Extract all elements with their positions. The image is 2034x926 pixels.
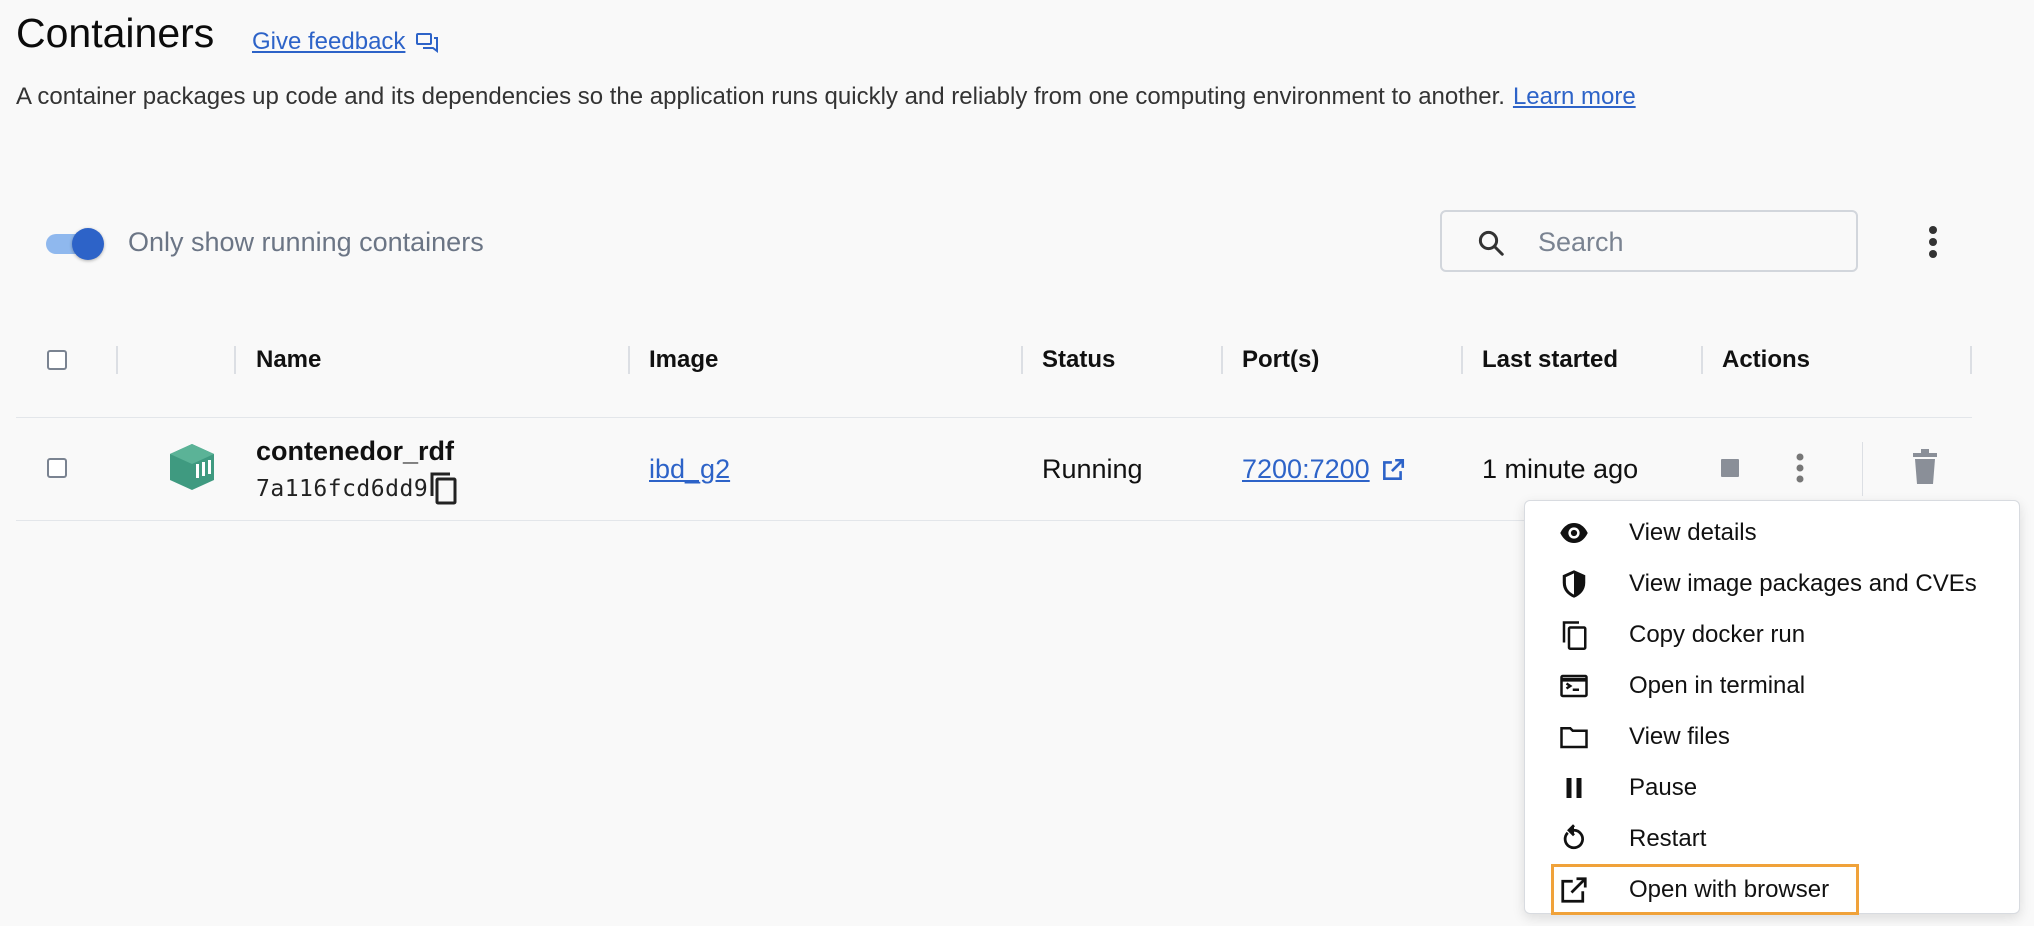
ports-label: 7200:7200 xyxy=(1242,454,1370,484)
context-menu: View details View image packages and CVE… xyxy=(1524,500,2021,915)
terminal-icon xyxy=(1560,674,1588,698)
menu-item-copy-docker-run[interactable]: Copy docker run xyxy=(1525,609,2021,660)
status-text: Running xyxy=(1042,454,1143,484)
menu-item-pause[interactable]: Pause xyxy=(1525,762,2021,813)
menu-item-label: Copy docker run xyxy=(1629,621,1806,648)
container-name[interactable]: contenedor_rdf xyxy=(256,436,454,467)
last-started-text: 1 minute ago xyxy=(1482,454,1639,484)
table-header: Name Image Status Port(s) Last started A… xyxy=(0,330,1972,390)
copy-icon xyxy=(1562,621,1587,650)
menu-item-label: Pause xyxy=(1629,774,1698,801)
more-options-icon[interactable] xyxy=(1918,222,1948,262)
pause-icon xyxy=(1566,778,1582,798)
stop-icon[interactable] xyxy=(1716,454,1744,482)
container-id: 7a116fcd6dd9 xyxy=(256,476,429,502)
feedback-icon xyxy=(416,33,439,53)
give-feedback-link[interactable]: Give feedback xyxy=(252,28,439,56)
folder-icon xyxy=(1560,727,1588,749)
column-divider[interactable] xyxy=(234,346,236,374)
menu-item-label: View image packages and CVEs xyxy=(1629,570,1977,597)
menu-item-label: View details xyxy=(1629,519,1757,546)
column-divider[interactable] xyxy=(1701,346,1703,374)
column-header-image[interactable]: Image xyxy=(649,346,718,374)
menu-item-view-packages[interactable]: View image packages and CVEs xyxy=(1525,558,2021,609)
menu-item-view-details[interactable]: View details xyxy=(1525,507,2021,558)
menu-item-open-with-browser[interactable]: Open with browser xyxy=(1551,864,1859,915)
menu-item-open-terminal[interactable]: Open in terminal xyxy=(1525,660,2021,711)
column-header-actions: Actions xyxy=(1722,346,1811,373)
column-header-status[interactable]: Status xyxy=(1042,346,1115,374)
toggle-label: Only show running containers xyxy=(128,227,484,257)
ports-link[interactable]: 7200:7200 xyxy=(1242,454,1406,485)
restart-icon xyxy=(1563,824,1584,850)
eye-icon xyxy=(1560,523,1588,543)
search-box[interactable] xyxy=(1440,210,1858,272)
column-header-name[interactable]: Name xyxy=(256,346,321,374)
shield-icon xyxy=(1562,570,1586,598)
column-divider[interactable] xyxy=(628,346,630,374)
actions-divider xyxy=(1862,442,1863,496)
learn-more-link[interactable]: Learn more xyxy=(1513,83,1636,110)
column-header-ports[interactable]: Port(s) xyxy=(1242,346,1319,374)
search-input[interactable] xyxy=(1536,220,1840,264)
menu-item-label: Open in terminal xyxy=(1629,672,1806,699)
column-divider[interactable] xyxy=(1461,346,1463,374)
menu-item-label: Restart xyxy=(1629,825,1707,852)
open-external-icon xyxy=(1561,877,1587,903)
page-title: Containers xyxy=(16,10,215,56)
column-divider[interactable] xyxy=(1221,346,1223,374)
page-description: A container packages up code and its dep… xyxy=(16,83,1636,111)
container-icon xyxy=(170,444,214,490)
image-link[interactable]: ibd_g2 xyxy=(649,454,730,485)
menu-item-label: Open with browser xyxy=(1629,876,1830,903)
search-icon xyxy=(1478,230,1504,256)
column-divider[interactable] xyxy=(116,346,118,374)
copy-icon[interactable] xyxy=(426,470,460,506)
select-all-checkbox[interactable] xyxy=(47,350,67,370)
row-more-actions-icon[interactable] xyxy=(1786,448,1814,488)
give-feedback-label: Give feedback xyxy=(252,28,406,55)
delete-icon[interactable] xyxy=(1908,448,1942,486)
toggle-knob xyxy=(72,228,104,260)
running-only-toggle[interactable] xyxy=(46,228,106,260)
row-checkbox[interactable] xyxy=(47,458,67,478)
menu-item-view-files[interactable]: View files xyxy=(1525,711,2021,762)
menu-item-label: View files xyxy=(1629,723,1730,750)
open-external-icon xyxy=(1382,458,1404,480)
column-divider[interactable] xyxy=(1970,346,1972,374)
column-header-last-started[interactable]: Last started xyxy=(1482,346,1618,374)
description-text: A container packages up code and its dep… xyxy=(16,83,1505,110)
menu-item-restart[interactable]: Restart xyxy=(1525,813,2021,864)
column-divider[interactable] xyxy=(1021,346,1023,374)
